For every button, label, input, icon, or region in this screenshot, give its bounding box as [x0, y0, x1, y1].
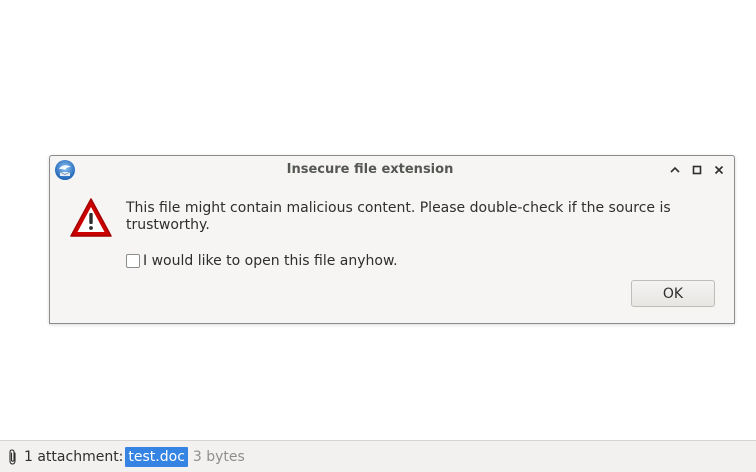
ok-button[interactable]: OK: [631, 280, 715, 307]
attachment-file-name[interactable]: test.doc: [125, 446, 188, 467]
insecure-file-dialog: Insecure file extension This file might …: [49, 155, 735, 324]
open-anyhow-option[interactable]: I would like to open this file anyhow.: [126, 252, 398, 270]
attachment-bar: 1 attachment: test.doc 3 bytes: [0, 440, 756, 472]
maximize-icon[interactable]: [689, 162, 705, 178]
dialog-title: Insecure file extension: [286, 162, 454, 177]
mail-window: Insecure file extension This file might …: [0, 0, 756, 472]
close-icon[interactable]: [711, 162, 727, 178]
dialog-message: This file might contain malicious conten…: [126, 200, 671, 233]
attachment-file-size: 3 bytes: [192, 448, 245, 465]
attachment-count[interactable]: 1 attachment:: [24, 449, 123, 465]
open-anyhow-label[interactable]: I would like to open this file anyhow.: [143, 253, 398, 269]
warning-icon: [69, 197, 113, 239]
open-anyhow-checkbox[interactable]: [126, 254, 140, 268]
dialog-titlebar[interactable]: Insecure file extension: [50, 156, 734, 184]
chevron-up-icon[interactable]: [667, 162, 683, 178]
paperclip-icon[interactable]: [7, 448, 21, 466]
